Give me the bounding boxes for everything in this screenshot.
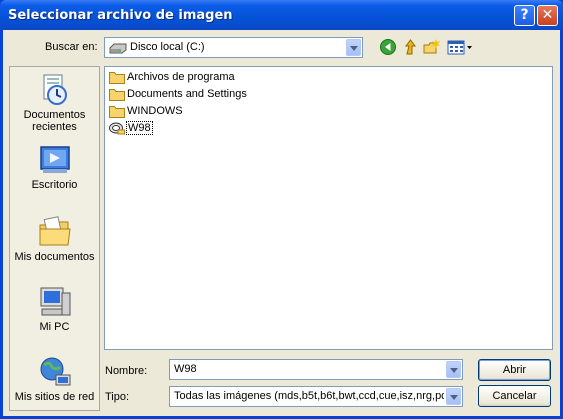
close-button[interactable]: ✕ bbox=[537, 5, 558, 26]
file-name: W98 bbox=[126, 121, 153, 135]
place-label: Mis documentos bbox=[14, 251, 95, 263]
up-folder-icon[interactable] bbox=[401, 38, 419, 56]
my-computer-icon bbox=[40, 287, 70, 316]
look-in-value: Disco local (C:) bbox=[130, 41, 205, 53]
list-item[interactable]: Documents and Settings bbox=[109, 86, 247, 102]
title-bar[interactable]: Seleccionar archivo de imagen ? ✕ bbox=[0, 0, 563, 30]
place-label: Escritorio bbox=[31, 179, 78, 191]
file-list[interactable]: Archivos de programa Documents and Setti… bbox=[104, 66, 553, 350]
recent-documents-icon bbox=[43, 74, 67, 105]
network-places-icon bbox=[40, 357, 70, 386]
folder-icon bbox=[109, 106, 125, 119]
list-item[interactable]: WINDOWS bbox=[109, 103, 183, 119]
filetype-label: Tipo: bbox=[105, 391, 130, 403]
places-bar: Documentos recientes Escritorio Mis docu… bbox=[9, 66, 100, 411]
list-item[interactable]: Archivos de programa bbox=[109, 69, 235, 85]
file-name: Archivos de programa bbox=[127, 71, 235, 83]
cancel-button[interactable]: Cancelar bbox=[478, 385, 551, 407]
place-recent-documents[interactable]: Documentos recientes bbox=[10, 73, 99, 133]
place-label: Mis sitios de red bbox=[14, 391, 95, 403]
my-documents-icon bbox=[39, 216, 71, 246]
place-label: Mi PC bbox=[39, 321, 70, 333]
hard-drive-icon bbox=[109, 43, 127, 54]
filename-label: Nombre: bbox=[105, 365, 148, 377]
back-icon[interactable] bbox=[379, 38, 397, 56]
dialog-body: Buscar en: Disco local (C:) Documentos r… bbox=[3, 30, 560, 416]
place-label: Documentos recientes bbox=[23, 109, 86, 133]
open-button[interactable]: Abrir bbox=[478, 359, 551, 381]
desktop-icon bbox=[39, 146, 70, 173]
filetype-combo[interactable]: Todas las imágenes (mds,b5t,b6t,bwt,ccd,… bbox=[169, 386, 463, 407]
file-name: WINDOWS bbox=[127, 105, 183, 117]
views-menu-icon[interactable] bbox=[447, 38, 473, 56]
look-in-dropdown-arrow[interactable] bbox=[346, 39, 361, 56]
place-network-places[interactable]: Mis sitios de red bbox=[10, 355, 99, 403]
filename-value: W98 bbox=[174, 363, 197, 375]
new-folder-icon[interactable] bbox=[423, 38, 441, 56]
place-desktop[interactable]: Escritorio bbox=[10, 145, 99, 191]
place-my-documents[interactable]: Mis documentos bbox=[10, 215, 99, 263]
filetype-value: Todas las imágenes (mds,b5t,b6t,bwt,ccd,… bbox=[174, 390, 444, 402]
filename-combo[interactable]: W98 bbox=[169, 359, 463, 380]
look-in-label: Buscar en: bbox=[45, 41, 98, 53]
folder-icon bbox=[109, 89, 125, 102]
filetype-dropdown-arrow[interactable] bbox=[446, 388, 461, 405]
list-item[interactable]: W98 bbox=[109, 120, 153, 136]
filename-dropdown-arrow[interactable] bbox=[446, 361, 461, 378]
window-title: Seleccionar archivo de imagen bbox=[8, 8, 233, 23]
folder-icon bbox=[109, 72, 125, 85]
look-in-combo[interactable]: Disco local (C:) bbox=[104, 37, 363, 58]
shared-folder-icon bbox=[109, 122, 125, 135]
help-button[interactable]: ? bbox=[514, 5, 535, 26]
file-name: Documents and Settings bbox=[127, 88, 247, 100]
dialog-window: Seleccionar archivo de imagen ? ✕ Buscar… bbox=[0, 0, 563, 419]
place-my-computer[interactable]: Mi PC bbox=[10, 285, 99, 333]
